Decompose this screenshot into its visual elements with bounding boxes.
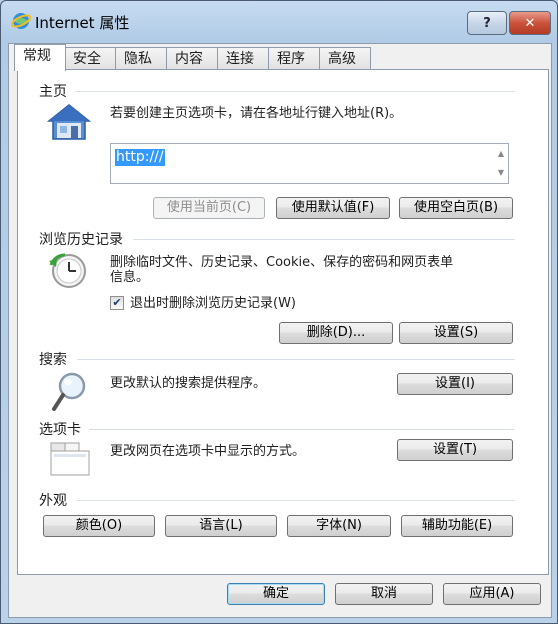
window-title: Internet 属性	[35, 14, 130, 32]
scroll-down-icon[interactable]: ▼	[498, 168, 504, 177]
delete-history-button[interactable]: 删除(D)...	[279, 322, 393, 344]
homepage-url-value: http:///	[115, 149, 165, 166]
search-description: 更改默认的搜索提供程序。	[110, 376, 267, 391]
delete-on-exit-checkbox[interactable]: ✔	[110, 296, 124, 310]
homepage-url-input[interactable]: http:/// ▲ ▼	[110, 143, 509, 184]
search-section-label: 搜索	[39, 352, 67, 368]
history-divider	[133, 239, 515, 240]
history-clock-icon	[49, 253, 86, 288]
tabs-divider	[89, 429, 515, 430]
search-divider	[77, 359, 515, 360]
fonts-button[interactable]: 字体(N)	[287, 515, 391, 537]
tab-advanced[interactable]: 高级	[320, 47, 371, 70]
tabs-section-label: 选项卡	[39, 422, 81, 438]
checkmark-icon: ✔	[112, 296, 122, 309]
tab-programs[interactable]: 程序	[269, 47, 320, 70]
tab-content[interactable]: 内容	[167, 47, 218, 70]
history-description-line2: 信息。	[110, 270, 150, 285]
home-divider	[75, 91, 515, 92]
ie-globe-icon	[11, 13, 31, 29]
title-bar[interactable]: Internet 属性 ? ✕	[1, 1, 557, 41]
tab-connections[interactable]: 连接	[218, 47, 269, 70]
delete-on-exit-label[interactable]: 退出时删除浏览历史记录(W)	[130, 296, 296, 311]
scroll-up-icon[interactable]: ▲	[498, 149, 504, 158]
apply-button[interactable]: 应用(A)	[443, 583, 541, 605]
tabs-icon	[50, 442, 90, 476]
home-section-label: 主页	[39, 84, 67, 100]
use-current-button[interactable]: 使用当前页(C)	[153, 197, 265, 219]
history-section-label: 浏览历史记录	[39, 232, 123, 248]
appearance-section-label: 外观	[39, 493, 67, 509]
tab-strip: 常规 安全 隐私 内容 连接 程序 高级	[14, 44, 371, 71]
languages-button[interactable]: 语言(L)	[165, 515, 277, 537]
cancel-button[interactable]: 取消	[335, 583, 433, 605]
tabs-description: 更改网页在选项卡中显示的方式。	[110, 444, 306, 459]
accessibility-button[interactable]: 辅助功能(E)	[401, 515, 513, 537]
tab-general[interactable]: 常规	[14, 44, 66, 71]
help-button[interactable]: ?	[467, 11, 507, 35]
ok-button[interactable]: 确定	[227, 583, 325, 605]
use-blank-button[interactable]: 使用空白页(B)	[399, 197, 513, 219]
history-description: 删除临时文件、历史记录、Cookie、保存的密码和网页表单	[110, 255, 454, 270]
tab-privacy[interactable]: 隐私	[116, 47, 167, 70]
appearance-divider	[77, 500, 515, 501]
colors-button[interactable]: 颜色(O)	[43, 515, 155, 537]
home-icon	[47, 104, 91, 140]
history-settings-button[interactable]: 设置(S)	[399, 322, 513, 344]
tabs-settings-button[interactable]: 设置(T)	[397, 439, 513, 461]
search-settings-button[interactable]: 设置(I)	[397, 373, 513, 395]
magnifier-icon	[52, 372, 86, 411]
close-button[interactable]: ✕	[509, 11, 551, 35]
dialog-window: Internet 属性 ? ✕ 常规 安全 隐私 内容 连接 程序 高级 主页 …	[0, 0, 558, 624]
tab-security[interactable]: 安全	[65, 47, 116, 70]
use-default-button[interactable]: 使用默认值(F)	[276, 197, 390, 219]
home-instruction: 若要创建主页选项卡，请在各地址行键入地址(R)。	[110, 106, 403, 121]
